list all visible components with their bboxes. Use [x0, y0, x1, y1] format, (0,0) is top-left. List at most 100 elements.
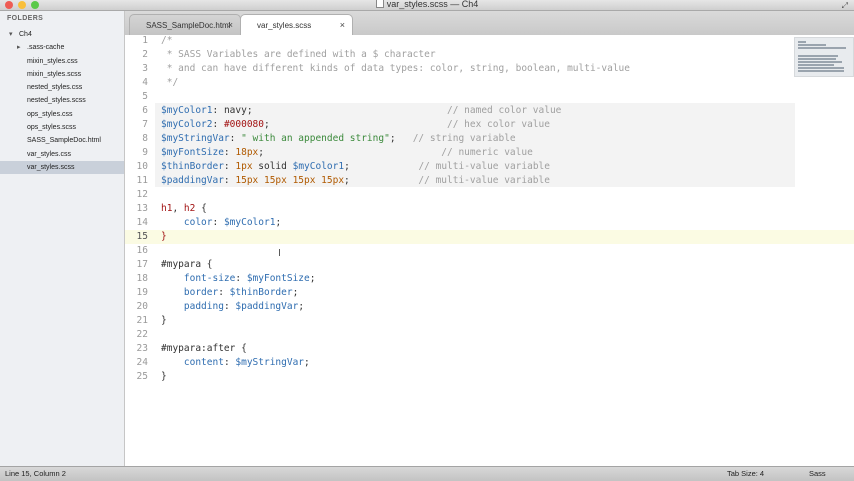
code-token: // string variable: [412, 133, 516, 144]
expanded-arrow-icon[interactable]: ▾: [9, 28, 13, 41]
line-number: 18: [136, 273, 148, 284]
code-token: $paddingVar: [161, 175, 224, 186]
code-line[interactable]: 7 $myColor2: #000080; // hex color value: [125, 118, 854, 132]
tab-sass-sampledoc[interactable]: SASS_SampleDoc.html ×: [129, 14, 241, 35]
line-number: 25: [136, 371, 148, 382]
code-line[interactable]: 16: [125, 244, 854, 258]
code-token: :: [218, 287, 230, 298]
code-line[interactable]: 22: [125, 328, 854, 342]
code-line[interactable]: 4 */: [125, 76, 854, 90]
code-text: color: $myColor1;: [161, 216, 281, 230]
code-line[interactable]: 9 $myFontSize: 18px; // numeric value: [125, 146, 854, 160]
line-number: 14: [136, 217, 148, 228]
code-line[interactable]: 6 $myColor1: navy; // named color value: [125, 104, 854, 118]
code-line[interactable]: 8 $myStringVar: " with an appended string…: [125, 132, 854, 146]
line-number: 1: [142, 35, 148, 46]
code-line[interactable]: 23 #mypara:after {: [125, 342, 854, 356]
code-line[interactable]: 18 font-size: $myFontSize;: [125, 272, 854, 286]
cursor-position: Line 15, Column 2: [5, 469, 66, 478]
sidebar-file[interactable]: mixin_styles.scss: [0, 68, 124, 81]
code-token: " with an appended string": [241, 133, 390, 144]
close-tab-icon[interactable]: ×: [340, 15, 345, 36]
code-token: $thinBorder: [229, 287, 293, 298]
minimap[interactable]: [794, 37, 854, 77]
code-token: :: [212, 119, 224, 130]
code-text: #mypara {: [161, 258, 212, 272]
minimap-line: [798, 44, 826, 46]
code-token: ;: [246, 105, 448, 116]
code-token: */: [161, 77, 179, 88]
tab-label: SASS_SampleDoc.html: [146, 21, 231, 30]
code-line[interactable]: 13 h1, h2 {: [125, 202, 854, 216]
code-token: ;: [309, 273, 316, 284]
code-text: #mypara:after {: [161, 342, 247, 356]
code-text: $myColor2: #000080; // hex color value: [161, 118, 550, 132]
code-line[interactable]: 10 $thinBorder: 1px solid $myColor1; // m…: [125, 160, 854, 174]
code-line[interactable]: 2 * SASS Variables are defined with a $ …: [125, 48, 854, 62]
fullscreen-icon[interactable]: ⤢: [842, 1, 848, 11]
close-tab-icon[interactable]: ×: [228, 15, 233, 36]
sidebar-file[interactable]: var_styles.css: [0, 148, 124, 161]
code-token: content: [183, 357, 224, 368]
code-token: // numeric value: [441, 147, 533, 158]
code-token: /*: [161, 35, 173, 46]
line-number: 23: [136, 343, 148, 354]
code-text: $myStringVar: " with an appended string"…: [161, 132, 516, 146]
code-line[interactable]: 21}: [125, 314, 854, 328]
tab-size-selector[interactable]: Tab Size: 4: [727, 467, 764, 481]
code-line[interactable]: 1 /*: [125, 34, 854, 48]
line-number: 3: [142, 63, 148, 74]
code-line[interactable]: 17 #mypara {: [125, 258, 854, 272]
tab-var-styles[interactable]: var_styles.scss ×: [240, 14, 353, 35]
sidebar-file[interactable]: ops_styles.css: [0, 108, 124, 121]
code-token: :: [223, 161, 236, 172]
sidebar-file[interactable]: var_styles.scss: [0, 160, 124, 175]
code-line[interactable]: 12: [125, 188, 854, 202]
code-line[interactable]: 24 content: $myStringVar;: [125, 356, 854, 370]
code-line[interactable]: 5: [125, 90, 854, 104]
folder-label: Ch4: [19, 31, 32, 38]
code-text: border: $thinBorder;: [161, 286, 298, 300]
code-line[interactable]: 3 * and can have different kinds of data…: [125, 62, 854, 76]
code-line[interactable]: 19 border: $thinBorder;: [125, 286, 854, 300]
sidebar-file[interactable]: nested_styles.scss: [0, 94, 124, 107]
code-token: :: [223, 357, 236, 368]
sidebar-folder[interactable]: ▸ .sass-cache: [0, 41, 124, 54]
collapsed-arrow-icon[interactable]: ▸: [17, 41, 21, 54]
line-number: 10: [136, 161, 148, 172]
syntax-selector[interactable]: Sass: [809, 467, 826, 481]
code-text: font-size: $myFontSize;: [161, 272, 316, 286]
sidebar-file[interactable]: SASS_SampleDoc.html: [0, 134, 124, 147]
code-line[interactable]: 25}: [125, 370, 854, 384]
code-token: ,: [172, 203, 184, 214]
code-token: $myColor1: [161, 105, 213, 116]
code-line[interactable]: 14 color: $myColor1;: [125, 216, 854, 230]
code-token: $myFontSize: [246, 273, 310, 284]
text-cursor-icon: Ι: [278, 248, 281, 259]
code-line[interactable]: 20 padding: $paddingVar;: [125, 300, 854, 314]
code-token: // named color value: [447, 105, 562, 116]
code-editor[interactable]: 1 /* 2 * SASS Variables are defined with a…: [125, 35, 854, 466]
code-token: * SASS Variables are defined with a $ ch…: [161, 49, 436, 60]
sidebar-file[interactable]: ops_styles.scss: [0, 121, 124, 134]
code-text: * SASS Variables are defined with a $ ch…: [161, 48, 436, 62]
line-number: 16: [136, 245, 148, 256]
code-line[interactable]: 11 $paddingVar: 15px 15px 15px 15px; // m…: [125, 174, 854, 188]
line-number: 4: [142, 77, 148, 88]
sidebar-file[interactable]: mixin_styles.css: [0, 55, 124, 68]
code-text: $thinBorder: 1px solid $myColor1; // mul…: [161, 160, 550, 174]
line-number: 21: [136, 315, 148, 326]
line-number: 2: [142, 49, 148, 60]
folder-ch4[interactable]: ▾ Ch4: [0, 28, 124, 41]
sidebar-item-label: nested_styles.css: [27, 84, 83, 92]
sidebar-file[interactable]: nested_styles.css: [0, 81, 124, 94]
code-token: // hex color value: [447, 119, 550, 130]
code-text: /*: [161, 34, 172, 48]
code-line[interactable]: 15}: [125, 230, 854, 244]
status-bar: Line 15, Column 2 Tab Size: 4 Sass: [0, 466, 854, 481]
code-token: $myColor2: [161, 119, 213, 130]
sidebar-item-label: .sass-cache: [27, 44, 65, 52]
code-token: $myFontSize: [161, 147, 224, 158]
